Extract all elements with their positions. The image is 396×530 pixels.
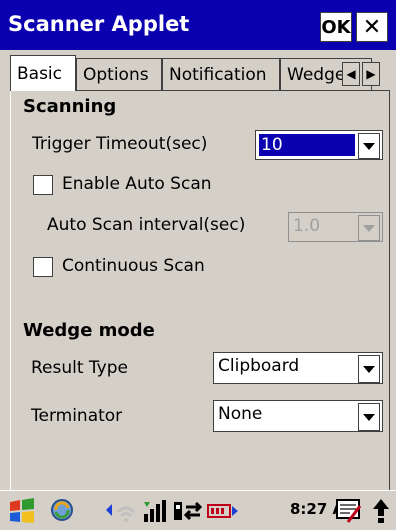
- connection-icon[interactable]: [172, 498, 204, 524]
- chevron-down-icon: [363, 142, 375, 150]
- dropdown-button[interactable]: [358, 133, 380, 159]
- battery-icon[interactable]: [206, 498, 240, 524]
- chevron-down-icon: [363, 413, 375, 421]
- tab-options[interactable]: Options: [76, 58, 162, 90]
- sync-icon[interactable]: [48, 496, 76, 524]
- trigger-timeout-label: Trigger Timeout(sec): [32, 134, 208, 154]
- enable-auto-scan-label: Enable Auto Scan: [62, 174, 212, 194]
- trigger-timeout-select[interactable]: 10: [255, 130, 383, 160]
- continuous-scan-checkbox[interactable]: [33, 257, 53, 277]
- dropdown-button[interactable]: [358, 355, 380, 383]
- window-title: Scanner Applet: [8, 12, 190, 36]
- close-icon: ✕: [362, 14, 382, 40]
- wedge-mode-group-label: Wedge mode: [23, 320, 159, 341]
- tab-basic[interactable]: Basic: [10, 55, 76, 91]
- input-panel-icon[interactable]: [334, 496, 364, 526]
- terminator-select[interactable]: None: [213, 400, 383, 432]
- result-type-select[interactable]: Clipboard: [213, 352, 383, 384]
- up-arrow-icon[interactable]: [370, 496, 392, 526]
- continuous-scan-label: Continuous Scan: [62, 256, 205, 276]
- wifi-icon[interactable]: [104, 498, 140, 524]
- dropdown-button[interactable]: [358, 403, 380, 431]
- dropdown-button: [358, 215, 380, 241]
- chevron-down-icon: [363, 224, 375, 232]
- tab-notification[interactable]: Notification: [162, 58, 280, 90]
- result-type-value: Clipboard: [218, 356, 300, 376]
- auto-scan-interval-value: 1.0: [293, 216, 321, 236]
- chevron-down-icon: [363, 365, 375, 373]
- auto-scan-interval-label: Auto Scan interval(sec): [47, 215, 246, 235]
- scanning-group-label: Scanning: [23, 96, 121, 117]
- auto-scan-interval-select: 1.0: [288, 212, 383, 242]
- terminator-value: None: [218, 404, 263, 424]
- result-type-label: Result Type: [31, 358, 128, 378]
- ok-button[interactable]: OK: [320, 12, 352, 42]
- signal-icon[interactable]: [142, 498, 170, 524]
- terminator-label: Terminator: [31, 406, 123, 426]
- trigger-timeout-value: 10: [261, 135, 283, 155]
- tab-scroll-left-button[interactable]: ◀: [342, 62, 360, 86]
- start-icon[interactable]: [6, 496, 38, 526]
- enable-auto-scan-checkbox[interactable]: [33, 175, 53, 195]
- tab-scroll-right-button[interactable]: ▶: [362, 62, 380, 86]
- right-arrow-icon: ▶: [366, 67, 376, 81]
- left-arrow-icon: ◀: [346, 67, 356, 81]
- close-button[interactable]: ✕: [356, 12, 388, 42]
